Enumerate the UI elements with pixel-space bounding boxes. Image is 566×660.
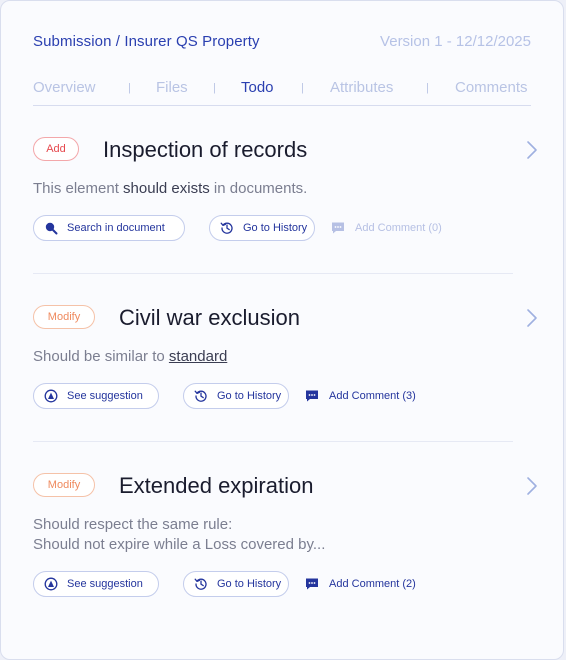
comment-icon	[306, 578, 318, 590]
todo-description: Should be similar to standard	[33, 348, 228, 365]
suggestion-icon	[44, 389, 58, 403]
history-icon	[194, 390, 207, 402]
tab-separator: |	[426, 82, 429, 94]
go-to-history-button[interactable]: Go to History	[183, 571, 289, 597]
add-comment-button[interactable]: Add Comment (0)	[331, 215, 461, 241]
suggestion-icon	[44, 577, 58, 591]
todo-description: Should respect the same rule: Should not…	[33, 515, 325, 555]
description-line: Should respect the same rule:	[33, 516, 233, 533]
add-comment-button[interactable]: Add Comment (3)	[305, 383, 435, 409]
standard-link[interactable]: standard	[169, 348, 227, 365]
status-badge: Modify	[33, 305, 95, 329]
todo-item[interactable]: Modify Civil war exclusion Should be sim…	[33, 305, 538, 415]
tab-todo[interactable]: Todo	[241, 79, 274, 96]
go-to-history-button[interactable]: Go to History	[209, 215, 315, 241]
search-in-document-button[interactable]: Search in document	[33, 215, 185, 241]
add-comment-button[interactable]: Add Comment (2)	[305, 571, 435, 597]
status-badge: Add	[33, 137, 79, 161]
search-icon	[45, 222, 58, 235]
item-divider	[33, 273, 513, 274]
version-label: Version 1 - 12/12/2025	[380, 33, 531, 50]
tab-comments[interactable]: Comments	[455, 79, 528, 96]
breadcrumb[interactable]: Submission / Insurer QS Property	[33, 33, 260, 50]
history-icon	[194, 578, 207, 590]
comment-icon	[332, 222, 344, 234]
item-divider	[33, 441, 513, 442]
todo-item[interactable]: Modify Extended expiration Should respec…	[33, 473, 538, 603]
todo-description: This element should exists in documents.	[33, 180, 308, 197]
tab-separator: |	[213, 82, 216, 94]
chevron-right-icon[interactable]	[526, 308, 538, 328]
panel-header: Submission / Insurer QS Property Version…	[33, 33, 531, 53]
todo-title: Inspection of records	[103, 137, 308, 162]
todo-title: Civil war exclusion	[119, 305, 300, 330]
description-line: Should not expire while a Loss covered b…	[33, 536, 326, 553]
comment-icon	[306, 390, 318, 402]
history-icon	[220, 222, 233, 234]
todo-panel: Submission / Insurer QS Property Version…	[0, 0, 564, 660]
tab-files[interactable]: Files	[156, 79, 188, 96]
tab-separator: |	[301, 82, 304, 94]
see-suggestion-button[interactable]: See suggestion	[33, 571, 159, 597]
tab-bar: Overview | Files | Todo | Attributes | C…	[33, 79, 531, 106]
go-to-history-button[interactable]: Go to History	[183, 383, 289, 409]
todo-title: Extended expiration	[119, 473, 314, 498]
tab-overview[interactable]: Overview	[33, 79, 96, 96]
chevron-right-icon[interactable]	[526, 140, 538, 160]
tab-attributes[interactable]: Attributes	[330, 79, 393, 96]
tab-separator: |	[128, 82, 131, 94]
status-badge: Modify	[33, 473, 95, 497]
chevron-right-icon[interactable]	[526, 476, 538, 496]
see-suggestion-button[interactable]: See suggestion	[33, 383, 159, 409]
todo-item[interactable]: Add Inspection of records This element s…	[33, 137, 538, 247]
